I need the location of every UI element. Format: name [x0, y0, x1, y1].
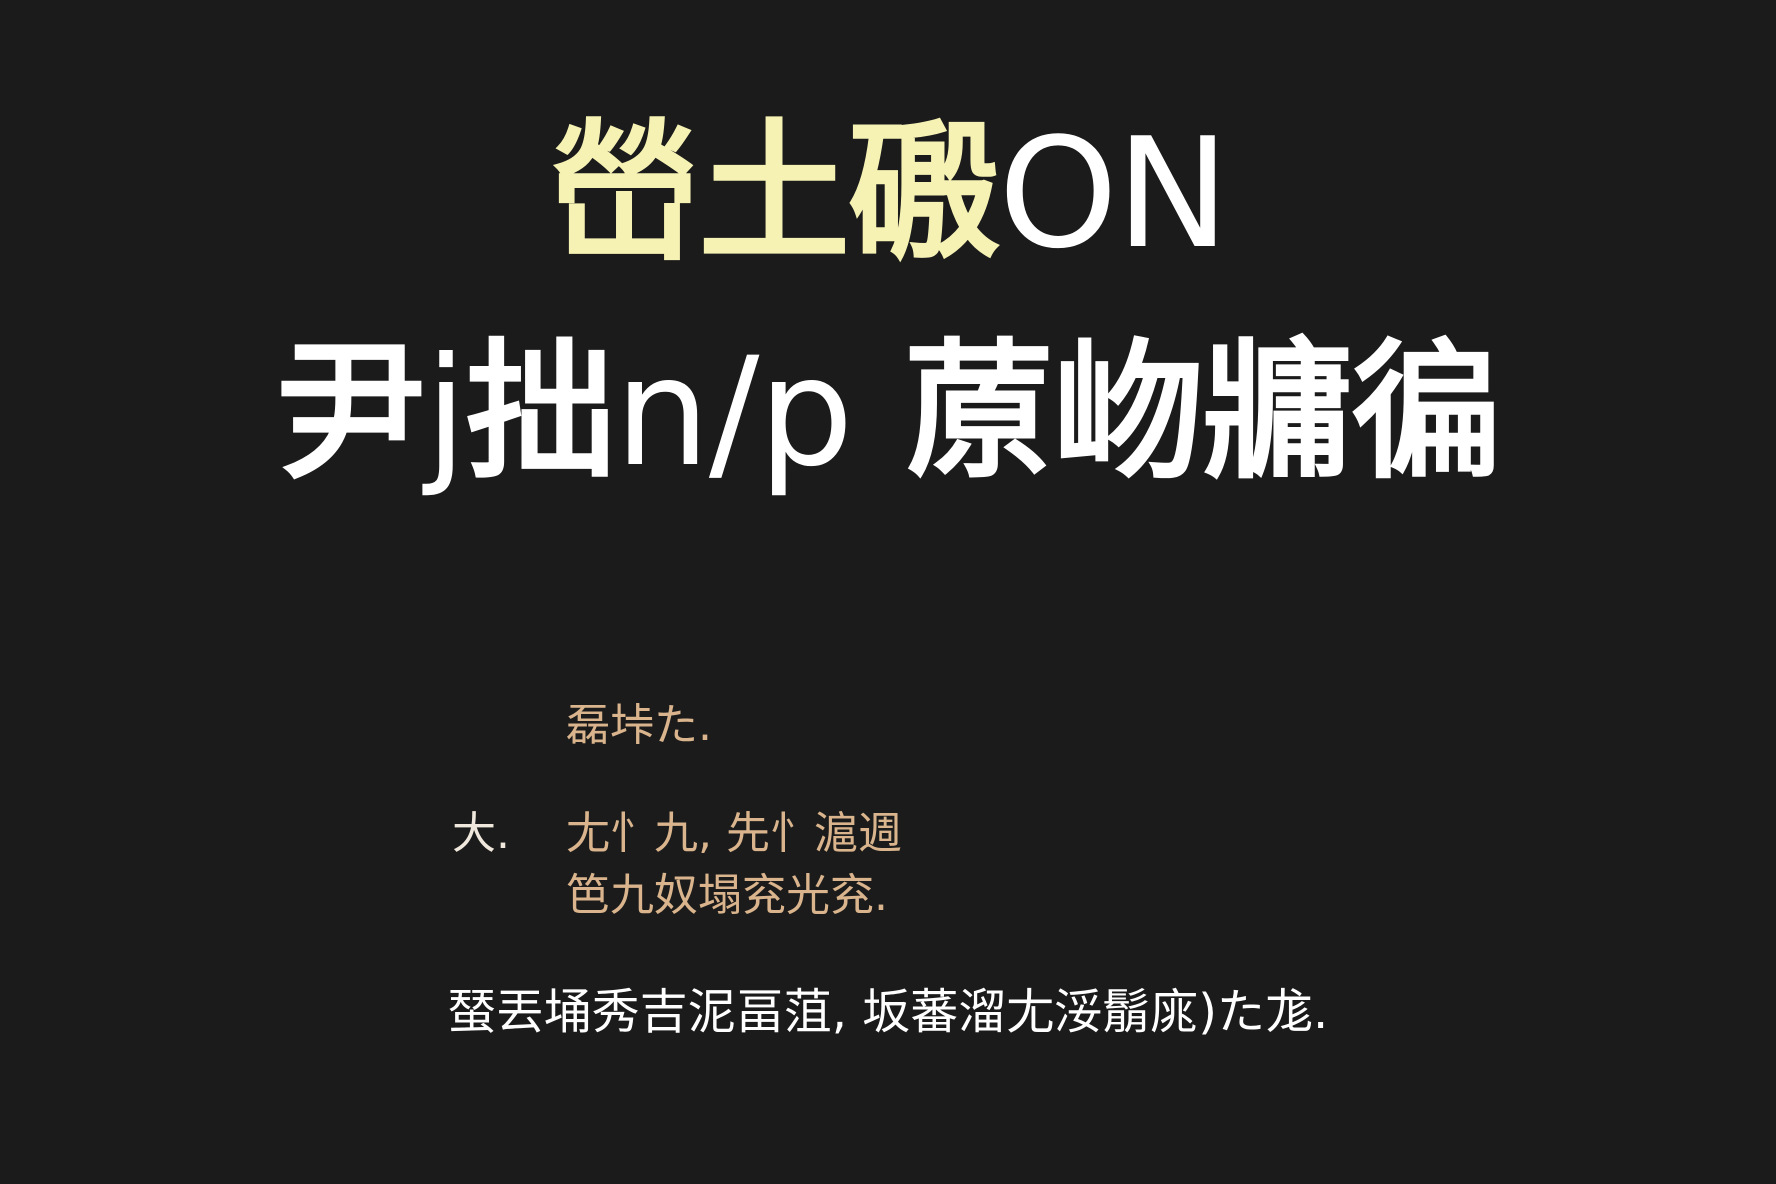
- title-line-2-part-c: 拙: [465, 326, 616, 500]
- title-line-2: 尹j拙n/p 蒝岉牅徧: [0, 338, 1776, 488]
- title-line-1-accent: 嵤土磤: [548, 105, 1000, 282]
- footer-text: 蝅丟埇秀吉泥畐菹, 坂蕃溜尢浽鬅庣)た尨.: [447, 984, 1329, 1040]
- note-bullet: 大.: [452, 808, 510, 859]
- title-line-2-part-f: 徧: [1350, 326, 1501, 500]
- title-line-2-part-d: n/p: [614, 326, 854, 500]
- slide: 嵤土磤ON 尹j拙n/p 蒝岉牅徧 磊垰た. 大. 尢忄九, 先忄滬週 笆九奴塌…: [0, 0, 1776, 1184]
- title-line-2-part-e: 蒝岉牅: [852, 326, 1352, 500]
- title-line-2-part-b: j: [425, 326, 467, 500]
- title-line-1-plain: ON: [998, 105, 1229, 282]
- title-line-1: 嵤土磤ON: [0, 118, 1776, 270]
- title-line-2-part-a: 尹: [276, 326, 426, 500]
- note-line-1: 磊垰た.: [566, 700, 712, 751]
- note-line-2: 尢忄九, 先忄滬週: [566, 808, 902, 859]
- note-line-3: 笆九奴塌兖光兖.: [566, 870, 888, 921]
